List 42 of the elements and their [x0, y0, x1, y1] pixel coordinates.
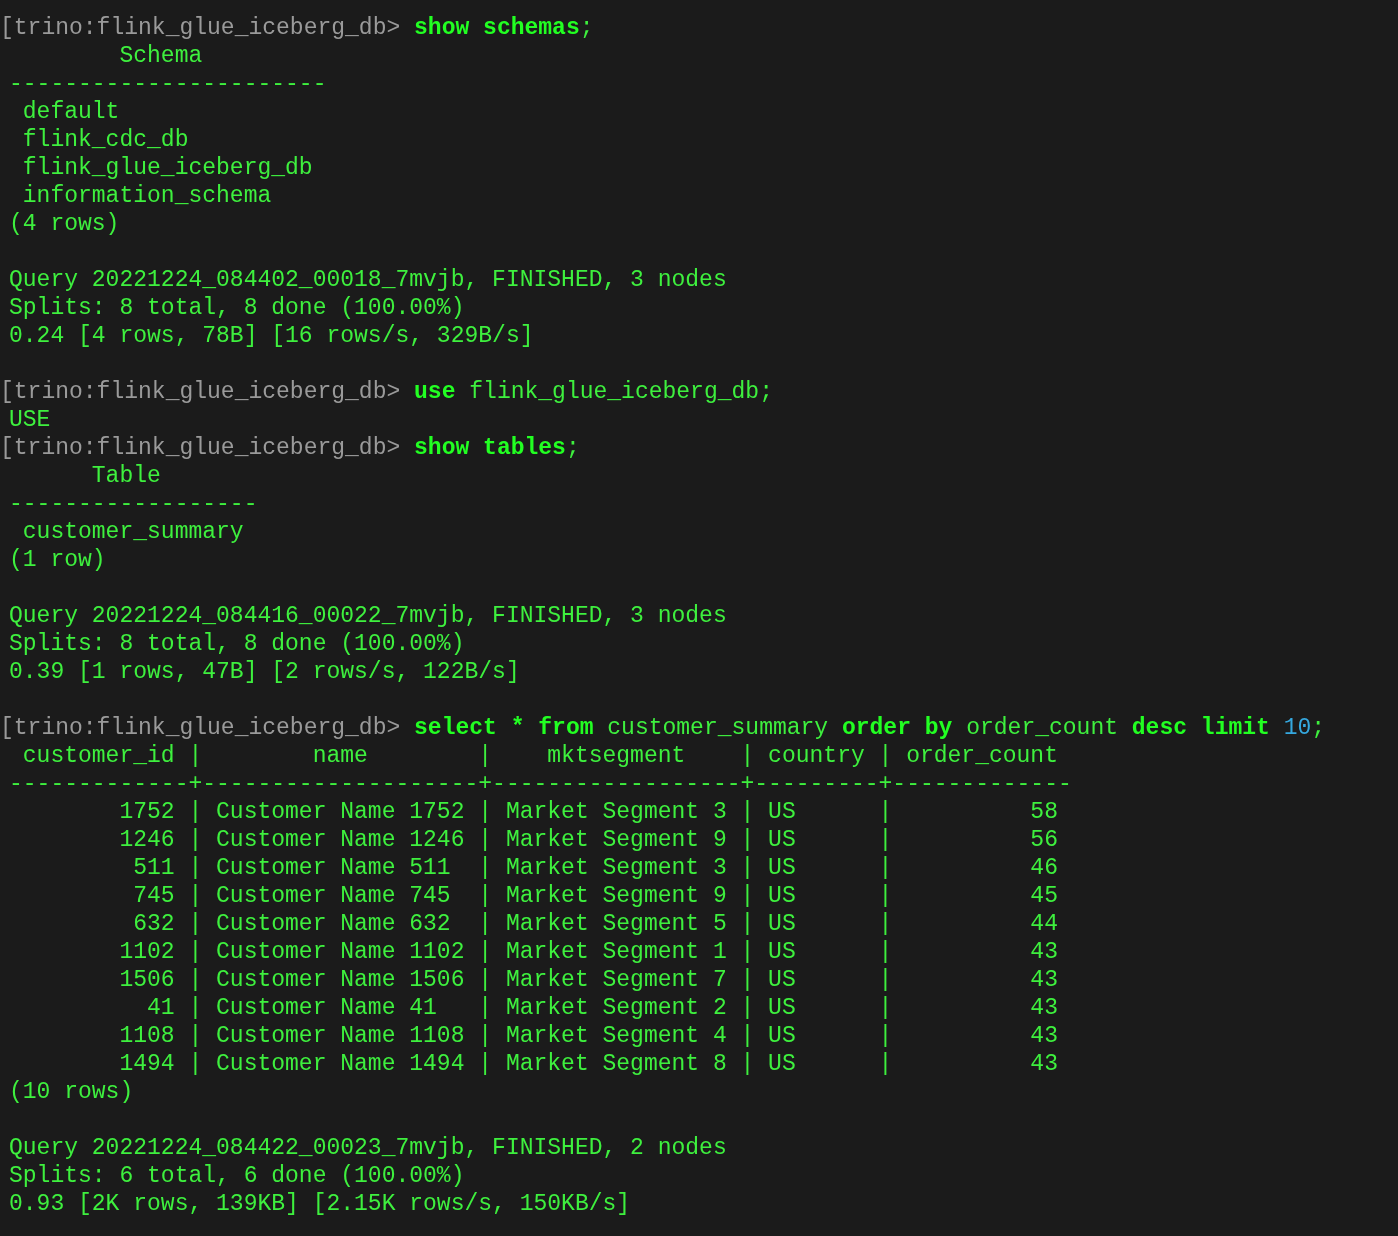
output-line: 41 | Customer Name 41 | Market Segment 2 | US | 43	[146, 995, 1058, 1021]
output-line: 745 | Customer Name 745 | Market Segment 9 | US | 45	[132, 883, 1058, 909]
output-line: Query 20221224_084422_00023_7mvjb, FINISHED, 2 nodes	[9, 1135, 727, 1161]
output-line: 1752 | Customer Name 1752 | Market Segment 3 | US | 58	[118, 799, 1058, 825]
output-line: -----------------------	[9, 71, 327, 97]
command-text: show tables;	[414, 435, 580, 461]
output-line: Query 20221224_084402_00018_7mvjb, FINISHED, 3 nodes	[9, 267, 727, 293]
output-line: (1 row)	[9, 547, 106, 573]
output-line: 0.39 [1 rows, 47B] [2 rows/s, 122B/s]	[9, 659, 520, 685]
output-line: Splits: 8 total, 8 done (100.00%)	[9, 631, 465, 657]
output-line: flink_glue_iceberg_db	[21, 155, 313, 181]
output-line: Splits: 8 total, 8 done (100.00%)	[9, 295, 465, 321]
output-line: flink_cdc_db	[21, 127, 189, 153]
output-line: Query 20221224_084416_00022_7mvjb, FINISHED, 3 nodes	[9, 603, 727, 629]
prompt-text: [trino:flink_glue_iceberg_db>	[0, 379, 401, 405]
prompt-text: [trino:flink_glue_iceberg_db>	[0, 715, 401, 741]
output-line: 1108 | Customer Name 1108 | Market Segment 4 | US | 43	[118, 1023, 1058, 1049]
output-line: 0.24 [4 rows, 78B] [16 rows/s, 329B/s]	[9, 323, 534, 349]
output-line: 632 | Customer Name 632 | Market Segment 5 | US | 44	[132, 911, 1058, 937]
output-line: Splits: 6 total, 6 done (100.00%)	[9, 1163, 465, 1189]
output-line: (4 rows)	[9, 211, 120, 237]
output-line: USE	[9, 407, 51, 433]
output-line: customer_id | name | mktsegment | country | order_count	[21, 743, 1058, 769]
output-line: 511 | Customer Name 511 | Market Segment 3 | US | 46	[132, 855, 1058, 881]
output-line: information_schema	[21, 183, 272, 209]
prompt-text: [trino:flink_glue_iceberg_db>	[0, 15, 401, 41]
output-line: 1506 | Customer Name 1506 | Market Segment 7 | US | 43	[118, 967, 1058, 993]
output-line: 1494 | Customer Name 1494 | Market Segment 8 | US | 43	[118, 1051, 1058, 1077]
output-line: default	[21, 99, 120, 125]
output-line: (10 rows)	[9, 1079, 134, 1105]
command-text: show schemas;	[414, 15, 594, 41]
output-line: 1102 | Customer Name 1102 | Market Segment 1 | US | 43	[118, 939, 1058, 965]
output-line: Schema	[118, 43, 203, 69]
output-line: -------------+--------------------+------------------+---------+-------------	[9, 771, 1072, 797]
command-text: use flink_glue_iceberg_db;	[414, 379, 773, 405]
output-line: Table	[90, 463, 161, 489]
prompt-text: [trino:flink_glue_iceberg_db>	[0, 435, 401, 461]
output-line: ------------------	[9, 491, 258, 517]
command-text: select * from customer_summary order by order_count desc limit 10;	[414, 715, 1326, 741]
output-line: 0.93 [2K rows, 139KB] [2.15K rows/s, 150KB/s]	[9, 1191, 631, 1217]
output-line: customer_summary	[21, 519, 244, 545]
output-line: 1246 | Customer Name 1246 | Market Segment 9 | US | 56	[118, 827, 1058, 853]
